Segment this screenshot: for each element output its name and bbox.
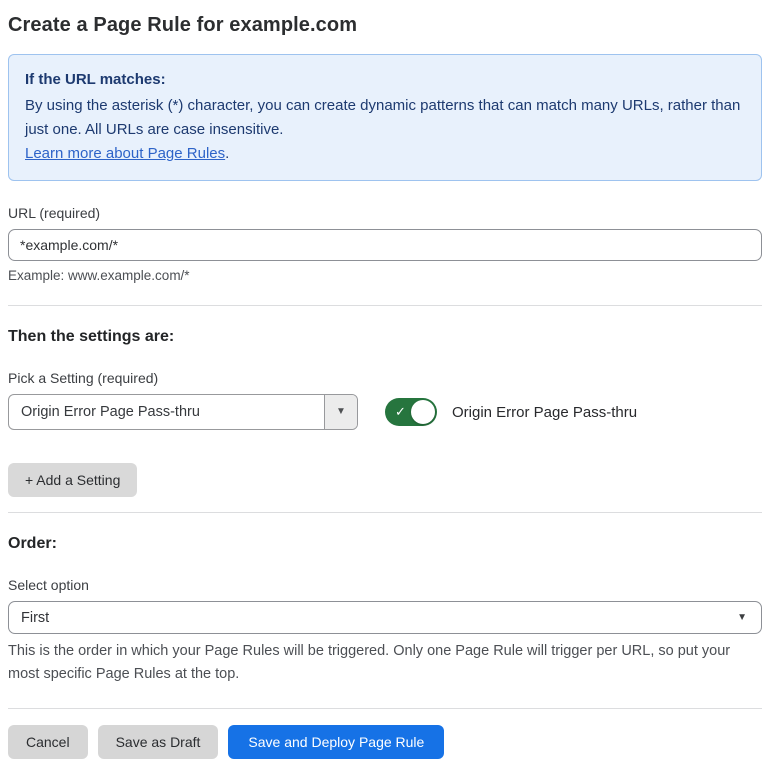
url-input[interactable] <box>8 229 762 261</box>
order-select-dropdown[interactable]: First ▼ <box>8 601 762 634</box>
cancel-button[interactable]: Cancel <box>8 725 88 759</box>
url-field-helper: Example: www.example.com/* <box>8 268 190 283</box>
add-setting-button[interactable]: + Add a Setting <box>8 463 138 497</box>
divider <box>8 512 762 513</box>
divider <box>8 708 762 709</box>
setting-picker-label: Pick a Setting (required) <box>8 370 159 386</box>
page-rule-form: Create a Page Rule for example.com If th… <box>0 0 770 759</box>
url-match-info-callout: If the URL matches: By using the asteris… <box>8 54 762 181</box>
setting-picker-value: Origin Error Page Pass-thru <box>21 404 200 420</box>
info-heading: If the URL matches: <box>25 71 166 88</box>
page-title: Create a Page Rule for example.com <box>8 14 358 36</box>
url-field-label: URL (required) <box>8 205 101 221</box>
save-and-deploy-button[interactable]: Save and Deploy Page Rule <box>228 725 445 759</box>
chevron-down-icon: ▼ <box>737 612 747 623</box>
save-as-draft-button[interactable]: Save as Draft <box>97 725 219 759</box>
setting-row: Origin Error Page Pass-thru ▼ ✓ Origin E… <box>8 394 762 430</box>
info-body: By using the asterisk (*) character, you… <box>25 94 745 166</box>
settings-section-heading: Then the settings are: <box>8 328 175 345</box>
chevron-down-icon: ▼ <box>336 406 346 417</box>
toggle-knob <box>411 400 435 424</box>
order-select-value: First <box>21 609 50 626</box>
setting-toggle[interactable]: ✓ <box>385 398 437 426</box>
learn-more-link[interactable]: Learn more about Page Rules <box>25 145 225 162</box>
setting-picker-dropdown[interactable]: Origin Error Page Pass-thru ▼ <box>8 394 358 430</box>
setting-picker-arrow-button[interactable]: ▼ <box>324 395 357 429</box>
order-helper-text: This is the order in which your Page Rul… <box>8 643 731 682</box>
order-select-label: Select option <box>8 577 89 593</box>
divider <box>8 305 762 306</box>
order-section-heading: Order: <box>8 535 57 552</box>
info-link-suffix: . <box>225 145 230 162</box>
footer-actions: Cancel Save as Draft Save and Deploy Pag… <box>8 725 762 759</box>
check-icon: ✓ <box>395 404 406 419</box>
setting-toggle-label: Origin Error Page Pass-thru <box>452 403 638 421</box>
info-body-text: By using the asterisk (*) character, you… <box>25 97 741 138</box>
